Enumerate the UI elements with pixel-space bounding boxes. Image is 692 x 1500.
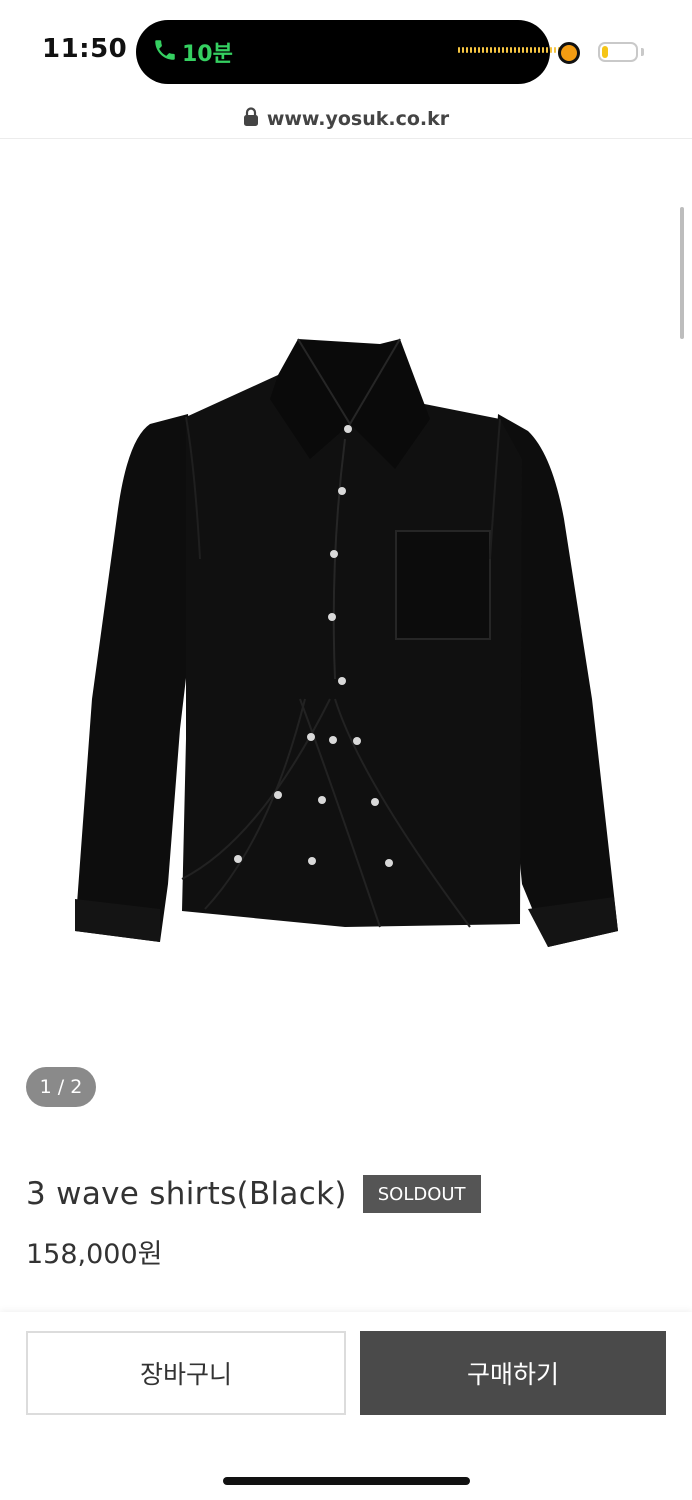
- call-indicator[interactable]: 10분: [152, 36, 233, 68]
- gallery-page-indicator: 1 / 2: [26, 1067, 96, 1107]
- product-image[interactable]: [0, 139, 692, 1059]
- battery-tip: [641, 48, 644, 56]
- status-bar: 11:50 10분: [0, 0, 692, 100]
- battery-icon: [598, 42, 638, 62]
- recording-indicator-icon: [558, 42, 580, 64]
- lock-icon: [243, 107, 259, 131]
- address-bar[interactable]: www.yosuk.co.kr: [0, 100, 692, 139]
- add-to-cart-button[interactable]: 장바구니: [26, 1331, 346, 1415]
- product-title: 3 wave shirts(Black): [26, 1176, 347, 1212]
- product-price: 158,000원: [26, 1239, 163, 1270]
- battery-level-fill: [602, 46, 608, 58]
- phone-icon: [152, 37, 178, 67]
- scrollbar[interactable]: [680, 207, 684, 339]
- call-duration: 10분: [182, 42, 233, 67]
- status-time: 11:50: [42, 34, 128, 64]
- url-text: www.yosuk.co.kr: [266, 108, 450, 130]
- soldout-badge: SOLDOUT: [362, 1175, 481, 1213]
- home-indicator[interactable]: [223, 1477, 470, 1485]
- waveform-icon: [458, 47, 560, 53]
- buy-now-button[interactable]: 구매하기: [360, 1331, 666, 1415]
- dynamic-island[interactable]: 10분: [136, 20, 560, 84]
- bottom-action-bar: 장바구니 구매하기: [0, 1312, 692, 1500]
- product-title-row: 3 wave shirts(Black) SOLDOUT: [26, 1175, 481, 1213]
